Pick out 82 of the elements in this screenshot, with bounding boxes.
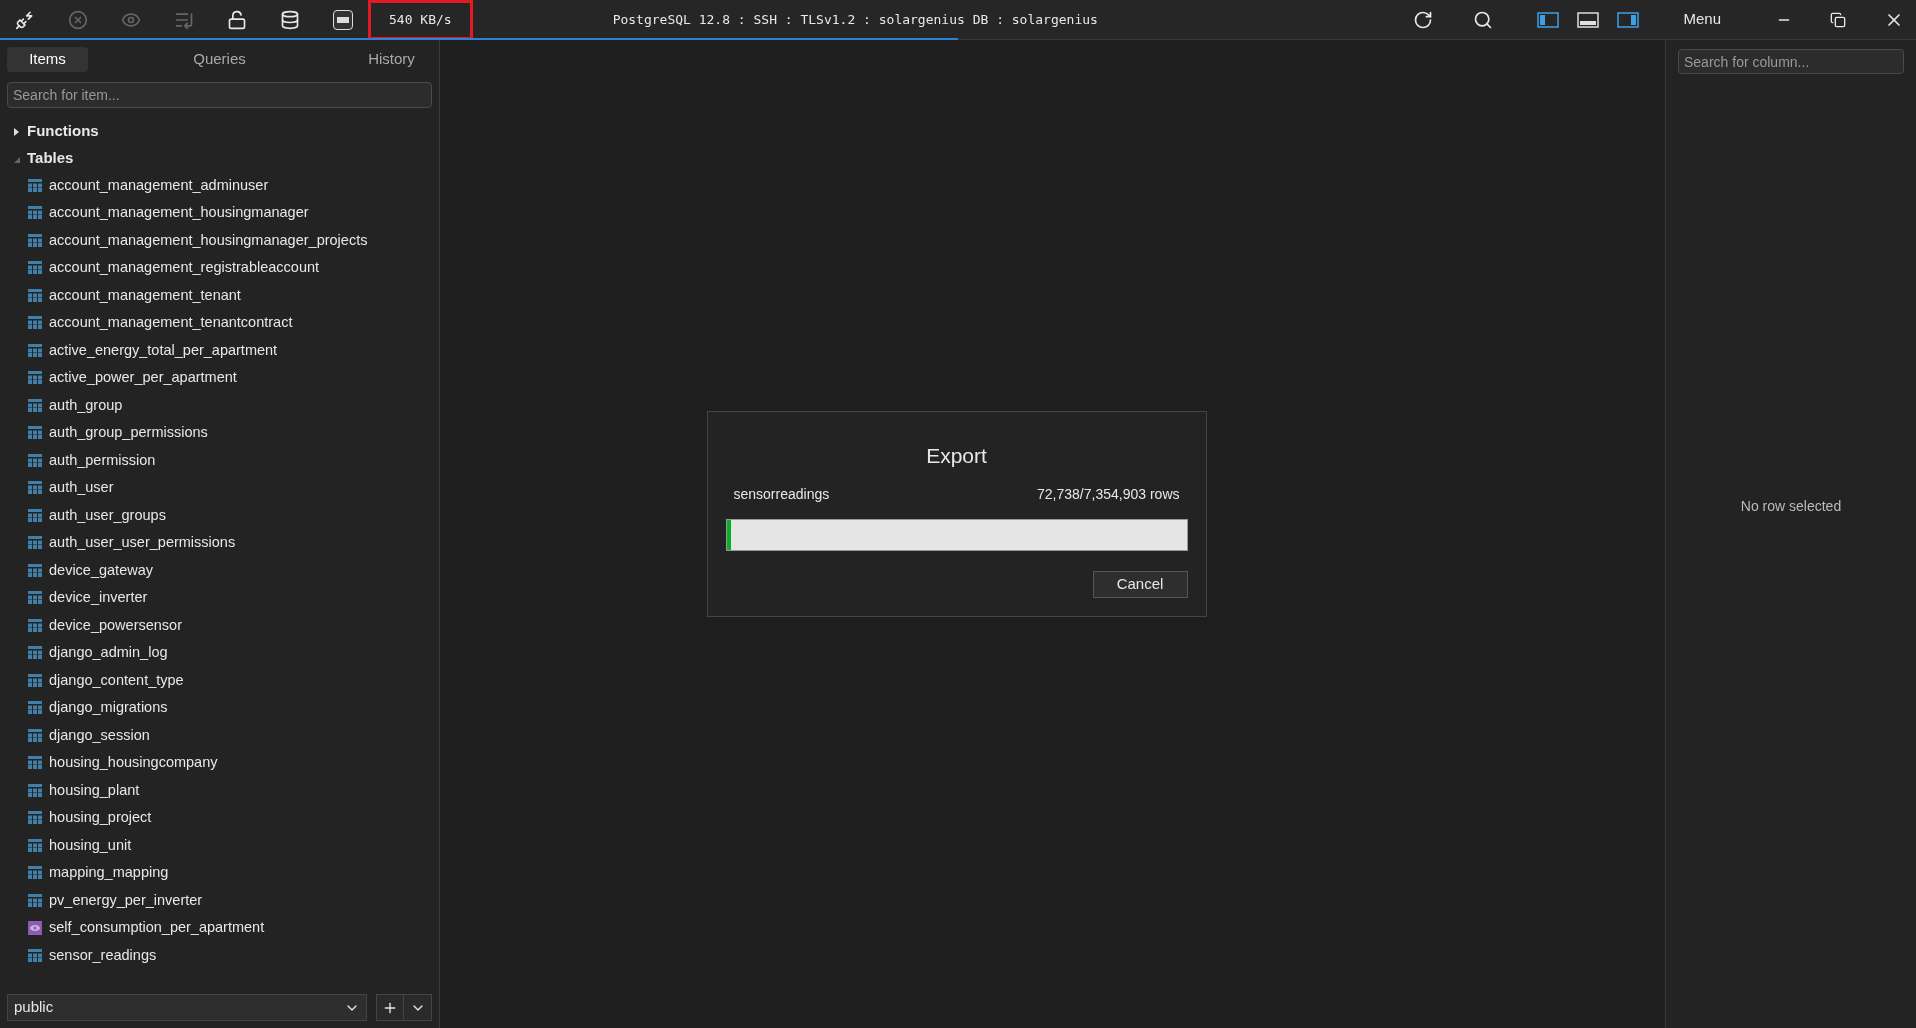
table-icon (28, 756, 42, 771)
table-item[interactable]: account_management_housingmanager (49, 202, 309, 225)
table-item[interactable]: housing_unit (49, 834, 132, 857)
table-icon (28, 261, 42, 276)
eye-icon (28, 921, 42, 936)
table-item[interactable]: auth_group_permissions (49, 422, 208, 445)
table-icon (28, 288, 42, 303)
unlock-icon[interactable] (227, 9, 247, 30)
table-icon (28, 233, 42, 248)
table-icon (28, 426, 42, 441)
row-count: 72,738/7,354,903 rows (1037, 484, 1180, 504)
table-item[interactable]: account_management_registrableaccount (49, 257, 320, 280)
table-item[interactable]: django_admin_log (49, 642, 168, 665)
table-item[interactable]: device_gateway (49, 559, 153, 582)
refresh-icon[interactable] (1413, 9, 1434, 30)
table-item[interactable]: self_consumption_per_apartment (49, 917, 265, 940)
table-icon (28, 316, 42, 331)
empty-message: No row selected (1740, 496, 1842, 516)
tree-group-label[interactable]: Functions (27, 120, 99, 143)
tree-group-label[interactable]: Tables (27, 147, 74, 170)
table-item[interactable]: account_management_housingmanager_projects (49, 229, 368, 252)
table-icon (28, 646, 42, 661)
database-icon[interactable] (280, 9, 300, 30)
table-icon (28, 866, 42, 881)
table-item[interactable]: device_inverter (49, 587, 148, 610)
table-icon (28, 453, 42, 468)
table-item[interactable]: device_powersensor (49, 614, 182, 637)
table-icon (28, 673, 42, 688)
table-item[interactable]: housing_housingcompany (49, 752, 218, 775)
table-item[interactable]: account_management_tenantcontract (49, 312, 293, 335)
sidebar-tab[interactable]: Items (7, 47, 88, 72)
table-icon (28, 398, 42, 413)
table-icon (28, 563, 42, 578)
table-icon (28, 481, 42, 496)
expand-arrow-icon[interactable] (13, 126, 21, 137)
table-icon (28, 343, 42, 358)
table-icon (28, 838, 42, 853)
sidebar-tab[interactable]: History (351, 47, 432, 72)
table-icon (28, 783, 42, 798)
table-item[interactable]: django_content_type (49, 669, 184, 692)
table-item[interactable]: account_management_tenant (49, 284, 241, 307)
table-item[interactable]: django_migrations (49, 697, 168, 720)
close-circle-icon[interactable] (68, 9, 88, 30)
table-item[interactable]: pv_energy_per_inverter (49, 889, 203, 912)
search-icon[interactable] (1473, 9, 1494, 30)
table-item[interactable]: auth_user_groups (49, 504, 166, 527)
table-item[interactable]: auth_group (49, 394, 123, 417)
table-item[interactable]: mapping_mapping (49, 862, 169, 885)
table-icon (28, 206, 42, 221)
table-icon (28, 701, 42, 716)
table-item[interactable]: housing_project (49, 807, 152, 830)
table-icon (28, 893, 42, 908)
table-item[interactable]: django_session (49, 724, 150, 747)
table-icon (28, 811, 42, 826)
table-icon (28, 536, 42, 551)
dialog-title: Export (926, 443, 987, 470)
table-name: sensorreadings (733, 484, 830, 504)
sidebar-tab[interactable]: Queries (179, 47, 260, 72)
table-item[interactable]: auth_user_user_permissions (49, 532, 236, 555)
cancel-button[interactable]: Cancel (1092, 570, 1188, 598)
column-search-field[interactable]: Search for column... (1678, 49, 1904, 74)
table-item[interactable]: housing_plant (49, 779, 140, 802)
table-item[interactable]: sensor_readings (49, 944, 157, 967)
menu-button[interactable]: Menu (1683, 8, 1721, 31)
search-field[interactable]: Search for item... (7, 82, 432, 108)
table-icon (28, 371, 42, 386)
connection-info: PostgreSQL 12.8 : SSH : TLSv1.2 : solargenius DB : solargenius (612, 10, 1098, 29)
table-icon (28, 591, 42, 606)
table-item[interactable]: active_energy_total_per_apartment (49, 339, 278, 362)
table-icon (28, 508, 42, 523)
table-item[interactable]: auth_permission (49, 449, 156, 472)
schema-name: public (14, 997, 54, 1018)
table-item[interactable]: active_power_per_apartment (49, 367, 237, 390)
table-item[interactable]: account_management_adminuser (49, 174, 269, 197)
table-item[interactable]: auth_user (49, 477, 114, 500)
table-icon (28, 948, 42, 963)
restore-icon[interactable] (1830, 11, 1846, 28)
table-icon (28, 618, 42, 633)
plug-icon[interactable] (15, 9, 35, 30)
table-icon (28, 178, 42, 193)
table-icon (28, 728, 42, 743)
schema-select[interactable]: public (7, 994, 367, 1021)
